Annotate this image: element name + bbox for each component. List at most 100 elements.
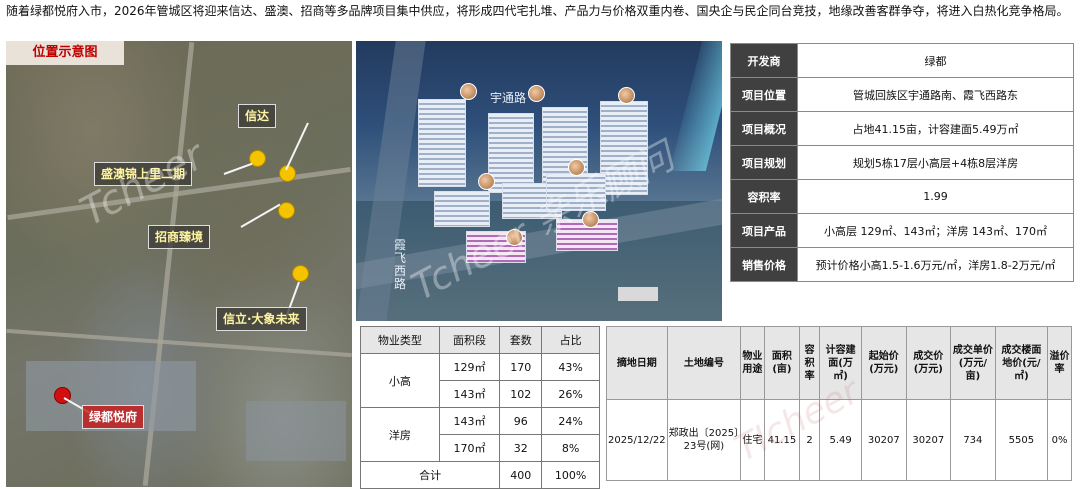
property-type-cell: 洋房 (360, 407, 440, 462)
table-cell: 24% (541, 407, 600, 435)
unit-pin (582, 211, 599, 228)
table-cell: 8% (541, 434, 600, 462)
info-value: 绿都 (797, 43, 1074, 78)
column-header: 套数 (499, 326, 543, 354)
map-block (246, 401, 346, 461)
info-key: 容积率 (730, 179, 798, 214)
table-cell: 43% (541, 353, 600, 381)
leader-line (285, 122, 309, 171)
table-cell: 41.15 (763, 399, 801, 481)
info-row: 销售价格 预计价格小高1.5-1.6万元/㎡，洋房1.8-2万元/㎡ (730, 247, 1074, 282)
table-cell: 32 (499, 434, 543, 462)
total-cell: 100% (541, 461, 600, 489)
masked-text-block (618, 287, 658, 301)
table-header-row: 物业类型 面积段 套数 占比 (360, 326, 600, 354)
info-value: 管城回族区宇通路南、霞飞西路东 (797, 77, 1074, 112)
building (418, 99, 466, 187)
column-header: 摘地日期 (606, 326, 668, 400)
map-road (6, 328, 352, 358)
map-title: 位置示意图 (6, 41, 124, 65)
table-cell: 5505 (994, 399, 1049, 481)
table-cell: 5.49 (819, 399, 863, 481)
total-cell: 合计 (359, 461, 501, 489)
project-info-table: 开发商 绿都 项目位置 管城回族区宇通路南、霞飞西路东 项目概况 占地41.15亩，计容建… (730, 43, 1074, 282)
unit-pin (460, 83, 477, 100)
unit-pin (478, 173, 495, 190)
building (434, 191, 490, 227)
table-cell: 102 (499, 380, 543, 408)
table-cell: 2 (799, 399, 821, 481)
table-cell: 住宅 (740, 399, 765, 481)
table-cell: 143㎡ (438, 407, 501, 435)
column-header: 占比 (541, 326, 600, 354)
table-cell: 170 (499, 353, 543, 381)
label-shengao: 盛澳锦上里二期 (94, 162, 193, 186)
info-row: 项目规划 规划5栋17层小高层+4栋8层洋房 (730, 145, 1074, 180)
intro-paragraph: 随着绿都悦府入市，2026年管城区将迎来信达、盛澳、招商等多品牌项目集中供应，将… (6, 4, 1069, 18)
glass-highlight (669, 41, 722, 171)
info-key: 销售价格 (730, 247, 798, 282)
table-cell: 0% (1047, 399, 1072, 481)
table-cell: 734 (950, 399, 996, 481)
info-value: 规划5栋17层小高层+4栋8层洋房 (797, 145, 1074, 180)
column-header: 起始价(万元) (861, 326, 907, 400)
total-cell: 400 (499, 461, 543, 489)
table-row: 洋房 143㎡ 96 24% (360, 407, 600, 462)
label-xinli: 信立·大象未来 (216, 307, 307, 331)
column-header: 成交价(万元) (905, 326, 952, 400)
table-cell: 26% (541, 380, 600, 408)
column-header: 面积段 (438, 326, 501, 354)
leader-line (240, 203, 281, 228)
table-cell: 2025/12/22 (606, 399, 668, 481)
land-transaction-table: 摘地日期 土地编号 物业用途 面积(亩) 容积率 计容建面(万㎡) 起始价(万元) 成交价(万… (606, 326, 1072, 481)
info-value: 1.99 (797, 179, 1074, 214)
column-header: 土地编号 (666, 326, 742, 400)
info-key: 开发商 (730, 43, 798, 78)
column-header: 面积(亩) (763, 326, 801, 400)
column-header: 容积率 (799, 326, 821, 400)
table-cell: 170㎡ (438, 434, 501, 462)
info-value: 小高层 129㎡、143㎡；洋房 143㎡、170㎡ (797, 213, 1074, 248)
table-cell: 129㎡ (438, 353, 501, 381)
label-xinda: 信达 (238, 104, 277, 128)
table-cell: 30207 (861, 399, 907, 481)
column-header: 物业用途 (740, 326, 765, 400)
building (600, 101, 648, 195)
info-row: 开发商 绿都 (730, 43, 1074, 78)
info-key: 项目规划 (730, 145, 798, 180)
unit-pin (528, 85, 545, 102)
unit-pin (506, 229, 523, 246)
total-row: 合计 400 100% (359, 461, 600, 489)
column-header: 成交单价(万元/亩) (950, 326, 996, 400)
table-header-row: 摘地日期 土地编号 物业用途 面积(亩) 容积率 计容建面(万㎡) 起始价(万元) 成交价(万… (606, 326, 1072, 400)
label-zhaoshang: 招商臻境 (148, 225, 211, 249)
unit-pin (568, 159, 585, 176)
table-cell: 郑政出〔2025〕23号(网) (666, 399, 742, 481)
marker-xinli (292, 265, 309, 282)
table-row: 2025/12/22 郑政出〔2025〕23号(网) 住宅 41.15 2 5.49 302… (606, 399, 1072, 481)
road-label-top: 宇通路 (490, 91, 527, 105)
project-rendering: 宇通路 霞飞西路 Tcheer 亲乐顾问 (356, 41, 722, 321)
info-key: 项目概况 (730, 111, 798, 146)
unit-pin (618, 87, 635, 104)
table-cell: 96 (499, 407, 543, 435)
column-header: 溢价率 (1047, 326, 1072, 400)
leader-line (223, 162, 253, 175)
info-row: 容积率 1.99 (730, 179, 1074, 214)
info-key: 项目位置 (730, 77, 798, 112)
road-label-left: 霞飞西路 (394, 238, 407, 291)
table-cell: 143㎡ (438, 380, 501, 408)
info-value: 预计价格小高1.5-1.6万元/㎡，洋房1.8-2万元/㎡ (797, 247, 1074, 282)
info-key: 项目产品 (730, 213, 798, 248)
product-mix-table: 物业类型 面积段 套数 占比 小高 129㎡ 170 43% 143㎡ 102 26% 洋房 143㎡ 9… (359, 326, 600, 489)
column-header: 计容建面(万㎡) (819, 326, 863, 400)
label-lvdu: 绿都悦府 (82, 405, 145, 429)
column-header: 物业类型 (360, 326, 440, 354)
info-value: 占地41.15亩，计容建面5.49万㎡ (797, 111, 1074, 146)
info-row: 项目产品 小高层 129㎡、143㎡；洋房 143㎡、170㎡ (730, 213, 1074, 248)
location-map: 位置示意图 信达 盛澳锦上里二期 招商臻境 信立·大象未来 绿都悦府 Tchee… (6, 41, 352, 487)
property-type-cell: 小高 (360, 353, 440, 408)
table-row: 小高 129㎡ 170 43% (360, 353, 600, 408)
building (546, 173, 606, 211)
column-header: 成交楼面地价(元/㎡) (994, 326, 1049, 400)
